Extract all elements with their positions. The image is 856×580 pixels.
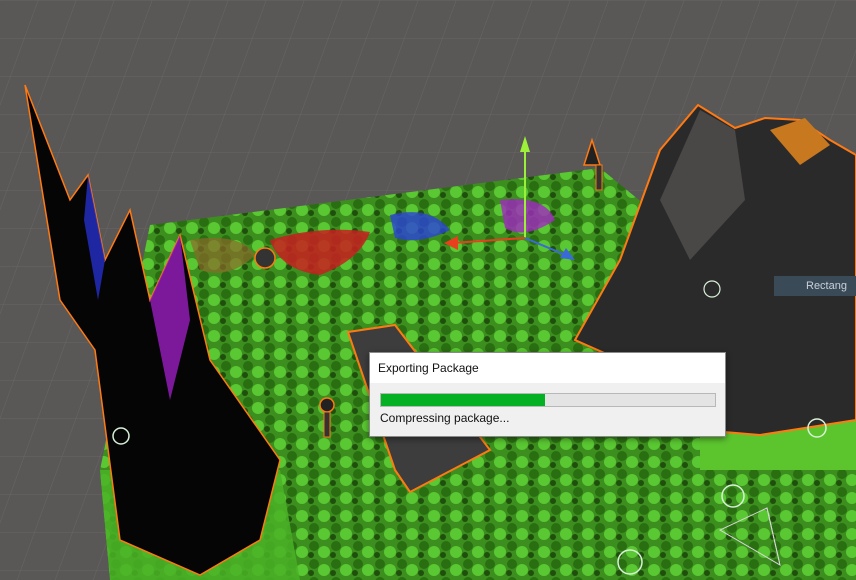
- rect-tool-label[interactable]: Rectang: [778, 276, 856, 296]
- dialog-title: Exporting Package: [370, 353, 725, 383]
- export-progress-dialog: Exporting Package Compressing package...: [369, 352, 726, 437]
- progress-status-text: Compressing package...: [380, 411, 510, 425]
- tree-icon[interactable]: [254, 247, 276, 269]
- progress-bar: [380, 393, 716, 407]
- scene-view[interactable]: [0, 0, 856, 580]
- progress-bar-fill: [381, 394, 545, 406]
